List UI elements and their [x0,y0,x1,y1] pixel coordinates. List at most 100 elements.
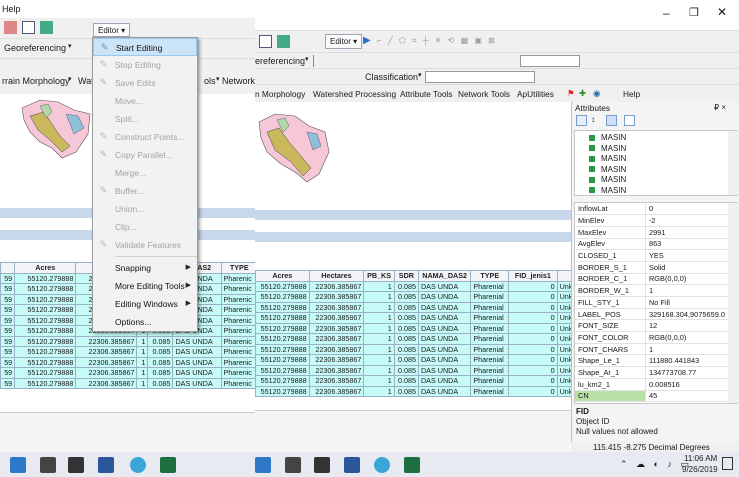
table-row[interactable]: 5955120.27988822306.38586710.085DAS UNDA… [0,377,255,389]
property-row[interactable]: BORDER_S_1 Solid [575,261,730,274]
classification-dropdown-icon[interactable]: ▾ [418,71,422,79]
table-cell[interactable]: Pharenic [220,356,255,368]
table-cell[interactable]: 55120.279888 [14,314,77,326]
excel-icon-2[interactable] [404,457,420,473]
col-header[interactable]: TYPE [470,270,510,282]
table-cell[interactable]: 59 [0,367,16,379]
table-cell[interactable]: 1 [363,354,395,366]
table-row[interactable]: 55120.279888 22306.385867 1 0.085 DAS UNDA Ph… [255,333,571,345]
table-cell[interactable]: 0.085 [147,335,174,347]
property-row[interactable]: Shape_Le_1 111880.441843 [575,354,730,368]
property-row[interactable]: FONT_CHARS 1 [575,343,730,356]
property-value[interactable]: 1 [645,284,730,297]
table-cell[interactable]: 55120.279888 [255,343,310,355]
col-header[interactable]: Hectares [308,270,365,282]
help-menu-right[interactable]: Help [623,89,640,99]
table-cell[interactable]: Pharenial [470,333,510,345]
table-cell[interactable]: Pharenic [220,367,255,379]
file-explorer-icon[interactable] [10,457,26,473]
property-row[interactable]: FONT_SIZE 12 [575,319,730,333]
property-value[interactable]: 0.008516 [645,378,730,391]
table-cell[interactable]: DAS UNDA [417,333,472,345]
col-header[interactable]: NAMA_DAS2 [417,270,472,282]
menu-item-options[interactable]: Options... [93,313,197,331]
col-header[interactable]: PB_KS [363,270,395,282]
attribute-tools-menu[interactable]: Attribute Tools [400,89,452,99]
col-header[interactable]: FID_jenis1 [508,270,558,282]
table-cell[interactable]: Unkno [556,291,571,303]
table-cell[interactable]: 55120.279888 [255,301,310,313]
table-cell[interactable]: Pharenial [470,322,510,334]
store-icon[interactable] [40,457,56,473]
table-cell[interactable]: DAS UNDA [417,312,472,324]
add-data-icon[interactable]: ✚ [579,88,586,98]
table-cell[interactable]: DAS UNDA [417,301,472,313]
table-cell[interactable]: 59 [0,314,16,326]
table-cell[interactable]: 55120.279888 [14,283,77,295]
table-cell[interactable]: 59 [0,325,16,337]
table-cell[interactable]: Pharenic [220,283,255,295]
table-cell[interactable]: DAS UNDA [417,322,472,334]
table-cell[interactable]: Pharenial [470,312,510,324]
classification-select[interactable] [425,71,535,83]
table-cell[interactable]: Unkno [556,322,571,334]
property-row[interactable]: MaxElev 2991 [575,226,730,239]
tree-item[interactable]: MASIN [589,165,626,175]
table-row[interactable]: 55120.279888 22306.385867 1 0.085 DAS UNDA Ph… [255,375,571,387]
catalog-icon[interactable] [40,21,53,34]
tree-item[interactable]: MASIN [589,144,626,154]
table-cell[interactable]: 1 [136,356,149,368]
window-icon[interactable] [22,21,35,34]
window-icon[interactable] [259,35,272,48]
table-row[interactable]: 5955120.27988822306.38586710.085DAS UNDA… [0,335,255,347]
editor-menu-button[interactable]: Editor ▾ [93,23,131,37]
property-row[interactable]: CLOSED_1 YES [575,249,730,262]
table-cell[interactable]: 55120.279888 [14,346,77,358]
table-cell[interactable]: 1 [363,312,395,324]
flag-icon[interactable]: ⚑ [567,88,574,98]
table-cell[interactable]: Unkno [556,364,571,376]
table-cell[interactable]: 1 [363,291,395,303]
georeferencing-menu[interactable]: Georeferencing [4,43,66,53]
property-row[interactable]: Shape_Ar_1 134773708.77 [575,366,730,379]
table-cell[interactable]: 0.085 [393,291,419,303]
table-options-icon[interactable] [624,115,635,126]
georef-layer-select[interactable] [313,55,315,67]
tree-item[interactable]: MASIN [589,133,626,143]
minimize-button[interactable]: – [663,6,670,20]
table-cell[interactable]: 0 [508,333,558,345]
table-cell[interactable]: 22306.385867 [75,335,138,347]
network-menu[interactable]: Network [222,76,255,86]
table-cell[interactable]: Pharenial [470,301,510,313]
table-cell[interactable]: 1 [363,385,395,397]
right-georeferencing-menu[interactable]: ereferencing [255,56,305,66]
table-cell[interactable]: DAS UNDA [417,385,472,397]
property-scrollbar[interactable] [728,203,738,403]
table-cell[interactable]: 55120.279888 [255,291,310,303]
table-cell[interactable]: Pharenic [220,325,255,337]
property-value[interactable]: 12 [645,319,730,333]
tree-item[interactable]: MASIN [589,175,626,185]
property-row[interactable]: BORDER_W_1 1 [575,284,730,297]
property-value[interactable]: RGB(0,0,0) [645,273,730,286]
table-cell[interactable]: DAS UNDA [417,364,472,376]
menu-item-start-editing[interactable]: ✎ Start Editing [93,38,197,56]
layers-icon[interactable] [606,115,617,126]
table-cell[interactable]: 22306.385867 [75,377,138,389]
property-value[interactable]: 329168.304,9075659.0 [645,308,730,321]
aputilities-menu[interactable]: ApUtilities [517,89,554,99]
table-row[interactable]: 5955120.27988822306.38586710.085DAS UNDA… [0,367,255,379]
table-cell[interactable]: 59 [0,356,16,368]
table-cell[interactable]: Pharenial [470,354,510,366]
col-header[interactable]: Acres [14,262,77,274]
table-cell[interactable]: Pharenic [220,346,255,358]
table-cell[interactable]: DAS UNDA [172,377,222,389]
table-cell[interactable]: 55120.279888 [14,325,77,337]
table-cell[interactable]: DAS UNDA [172,346,222,358]
table-cell[interactable]: 22306.385867 [308,343,365,355]
table-row[interactable]: 5955120.27988822306.38586710.085DAS UNDA… [0,356,255,368]
table-cell[interactable]: 1 [136,377,149,389]
table-cell[interactable]: DAS UNDA [417,343,472,355]
table-cell[interactable]: 0 [508,343,558,355]
table-cell[interactable]: 1 [136,346,149,358]
